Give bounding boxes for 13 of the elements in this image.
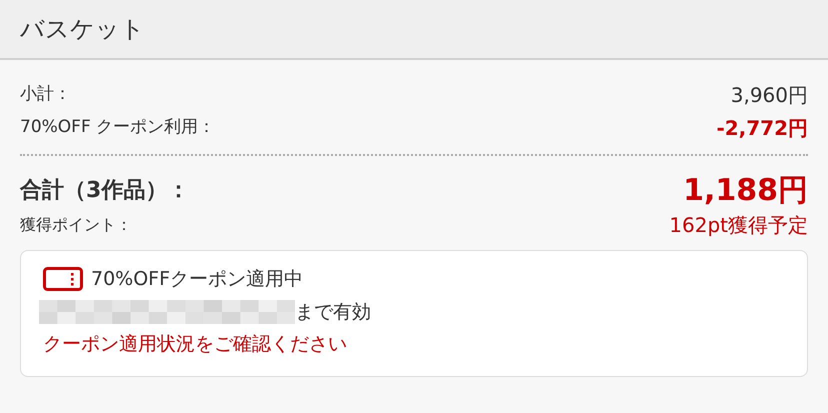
total-label: 合計（3作品）：	[20, 176, 190, 204]
summary-value: 3,960円	[730, 82, 808, 108]
points-value: 162pt獲得予定	[669, 212, 808, 239]
page-title: バスケット	[20, 14, 145, 45]
summary-label: 70%OFF クーポン利用：	[20, 116, 216, 139]
points-label: 獲得ポイント：	[20, 214, 132, 236]
summary-value: -2,772円	[716, 114, 808, 142]
coupon-notice: クーポン適用状況をご確認ください	[43, 332, 348, 357]
summary-label: 小計：	[20, 82, 71, 106]
coupon-title: 70%OFFクーポン適用中	[91, 267, 304, 292]
coupon-validity: まで有効	[295, 300, 371, 324]
ticket-icon	[43, 267, 83, 292]
total-value: 1,188円	[683, 172, 808, 210]
